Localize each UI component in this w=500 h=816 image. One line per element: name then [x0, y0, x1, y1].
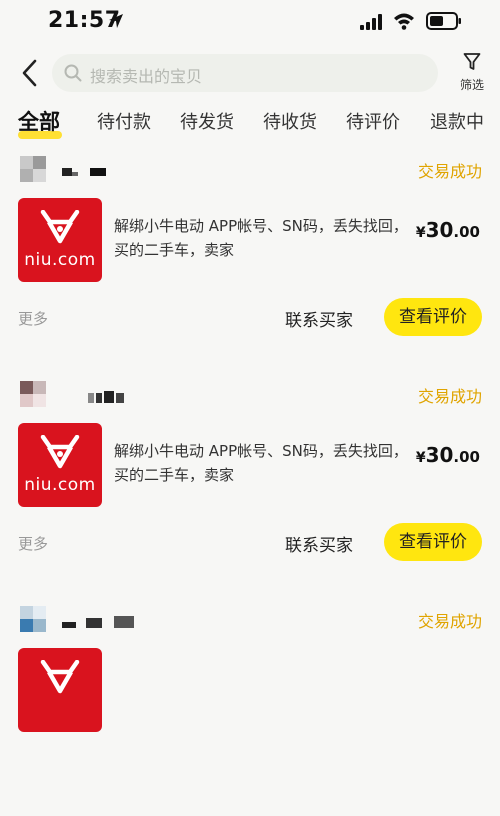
seller-avatar[interactable] [20, 156, 46, 182]
back-button[interactable] [18, 58, 42, 88]
tab-pending-review[interactable]: 待评价 [346, 108, 400, 134]
more-link[interactable]: 更多 [18, 533, 48, 554]
order-tabs: 全部 待付款 待发货 待收货 待评价 退款中 [0, 108, 500, 144]
seller-name-pixelated [88, 391, 124, 403]
contact-buyer-button[interactable]: 联系买家 [285, 306, 353, 331]
tab-all[interactable]: 全部 [18, 106, 60, 136]
bull-logo-icon [40, 210, 80, 244]
order-status: 交易成功 [417, 162, 482, 181]
location-arrow-icon [109, 14, 123, 28]
price-decimal: .00 [453, 223, 480, 241]
product-thumbnail[interactable]: niu.com [18, 198, 102, 282]
product-title[interactable]: 解绑小牛电动 APP帐号、SN码，丢失找回，买的二手车，卖家 [114, 214, 414, 262]
tab-pending-payment[interactable]: 待付款 [97, 108, 151, 134]
product-thumbnail[interactable] [18, 648, 102, 732]
brand-text: niu.com [24, 250, 96, 270]
price-integer: 30 [425, 218, 454, 242]
contact-buyer-button[interactable]: 联系买家 [285, 531, 353, 556]
search-input[interactable]: 搜索卖出的宝贝 [52, 54, 438, 92]
cellular-signal-icon [360, 14, 382, 30]
bull-logo-icon [40, 660, 80, 694]
search-icon [64, 64, 82, 82]
product-price: ¥30.00 [416, 218, 480, 242]
price-symbol: ¥ [415, 225, 426, 241]
tab-pending-shipment[interactable]: 待发货 [180, 108, 234, 134]
filter-button[interactable]: 筛选 [452, 52, 492, 96]
product-title[interactable]: 解绑小牛电动 APP帐号、SN码，丢失找回，买的二手车，卖家 [114, 439, 414, 487]
product-thumbnail[interactable]: niu.com [18, 423, 102, 507]
tab-refunding[interactable]: 退款中 [430, 108, 484, 134]
view-review-button[interactable]: 查看评价 [384, 523, 482, 561]
status-bar: 21:57 [0, 0, 500, 44]
order-card[interactable]: 交易成功 niu.com 解绑小牛电动 APP帐号、SN码，丢失找回，买的二手车… [0, 381, 500, 591]
seller-avatar[interactable] [20, 381, 46, 407]
view-review-button[interactable]: 查看评价 [384, 298, 482, 336]
order-status: 交易成功 [417, 612, 482, 631]
order-status: 交易成功 [417, 387, 482, 406]
order-card[interactable]: 交易成功 [0, 606, 500, 816]
more-link[interactable]: 更多 [18, 308, 48, 329]
seller-name-pixelated [62, 616, 134, 628]
bull-logo-icon [40, 435, 80, 469]
tab-pending-receipt[interactable]: 待收货 [263, 108, 317, 134]
product-price: ¥30.00 [416, 443, 480, 467]
order-card[interactable]: 交易成功 niu.com 解绑小牛电动 APP帐号、SN码，丢失找回，买的二手车… [0, 156, 500, 366]
price-symbol: ¥ [415, 450, 426, 466]
filter-label: 筛选 [459, 78, 484, 92]
seller-name-pixelated [62, 168, 106, 176]
brand-text: niu.com [24, 475, 96, 495]
price-decimal: .00 [453, 448, 480, 466]
search-placeholder: 搜索卖出的宝贝 [90, 67, 203, 86]
battery-icon [426, 12, 461, 30]
wifi-icon [394, 13, 414, 30]
price-integer: 30 [425, 443, 454, 467]
seller-avatar[interactable] [20, 606, 46, 632]
funnel-icon [463, 53, 481, 70]
